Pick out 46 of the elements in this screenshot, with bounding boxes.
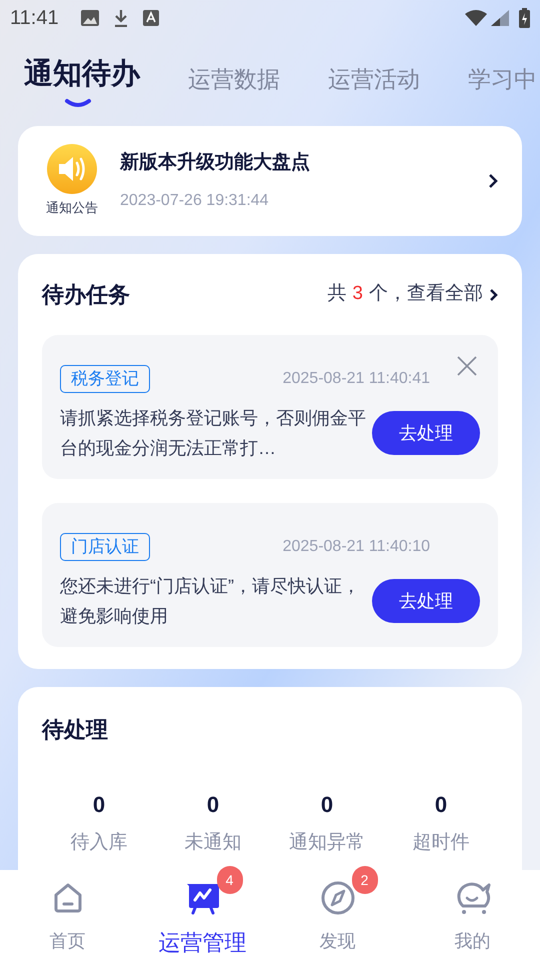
tasks-title: 待办任务 bbox=[42, 281, 130, 309]
process-button[interactable]: 去处理 bbox=[372, 411, 480, 455]
stat-label: 待入库 bbox=[70, 831, 128, 855]
pending-title: 待处理 bbox=[42, 717, 108, 742]
announcement-time: 2023-07-26 19:31:44 bbox=[120, 191, 270, 212]
stat-value: 0 bbox=[320, 791, 334, 819]
nav-label: 运营管理 bbox=[158, 929, 246, 957]
image-icon bbox=[80, 10, 99, 26]
notification-badge: 2 bbox=[352, 866, 378, 894]
task-message: 您还未进行“门店认证”，请尽快认证，避免影响使用 bbox=[60, 575, 361, 628]
task-time: 2025-08-21 11:40:41 bbox=[282, 369, 430, 389]
view-all-link[interactable]: 个，查看全部 bbox=[369, 280, 483, 309]
process-button[interactable]: 去处理 bbox=[372, 579, 480, 623]
stat-value: 0 bbox=[92, 791, 106, 819]
notification-badge: 4 bbox=[216, 866, 242, 894]
task-tag: 门店认证 bbox=[60, 533, 150, 561]
tab-indicator-icon bbox=[64, 98, 92, 110]
chart-board-icon bbox=[184, 881, 220, 915]
tasks-count: 3 bbox=[352, 282, 363, 306]
wifi-icon bbox=[465, 10, 487, 26]
nav-label: 首页 bbox=[50, 930, 86, 953]
stat-value: 0 bbox=[434, 791, 448, 819]
download-icon bbox=[112, 9, 129, 27]
tasks-summary-prefix: 共 bbox=[327, 282, 346, 306]
task-tag: 税务登记 bbox=[60, 365, 150, 393]
compass-icon bbox=[320, 880, 356, 916]
speaker-icon bbox=[47, 144, 97, 194]
task-time: 2025-08-21 11:40:10 bbox=[282, 537, 430, 557]
announcement-card[interactable]: 通知公告 新版本升级功能大盘点 2023-07-26 19:31:44 bbox=[18, 126, 522, 236]
announcement-title: 新版本升级功能大盘点 bbox=[120, 150, 311, 175]
chevron-right-icon bbox=[488, 173, 498, 189]
nav-label: 发现 bbox=[320, 930, 356, 953]
close-icon bbox=[457, 356, 477, 376]
nav-label: 我的 bbox=[454, 930, 490, 953]
chevron-right-icon bbox=[489, 288, 498, 302]
signal-icon bbox=[491, 10, 509, 26]
category-tab[interactable]: 通知待办 bbox=[24, 52, 140, 110]
task-message: 请抓紧选择税务登记账号，否则佣金平台的现金分润无法正常打… bbox=[60, 407, 367, 460]
stat-label: 通知异常 bbox=[289, 831, 365, 855]
status-time: 11:41 bbox=[10, 6, 59, 31]
stat-value: 0 bbox=[206, 791, 220, 819]
announcement-caption: 通知公告 bbox=[46, 199, 98, 218]
stat-label: 超时件 bbox=[412, 831, 470, 855]
stat-label: 未通知 bbox=[184, 831, 242, 855]
font-icon bbox=[142, 10, 159, 26]
battery-icon bbox=[519, 8, 530, 28]
